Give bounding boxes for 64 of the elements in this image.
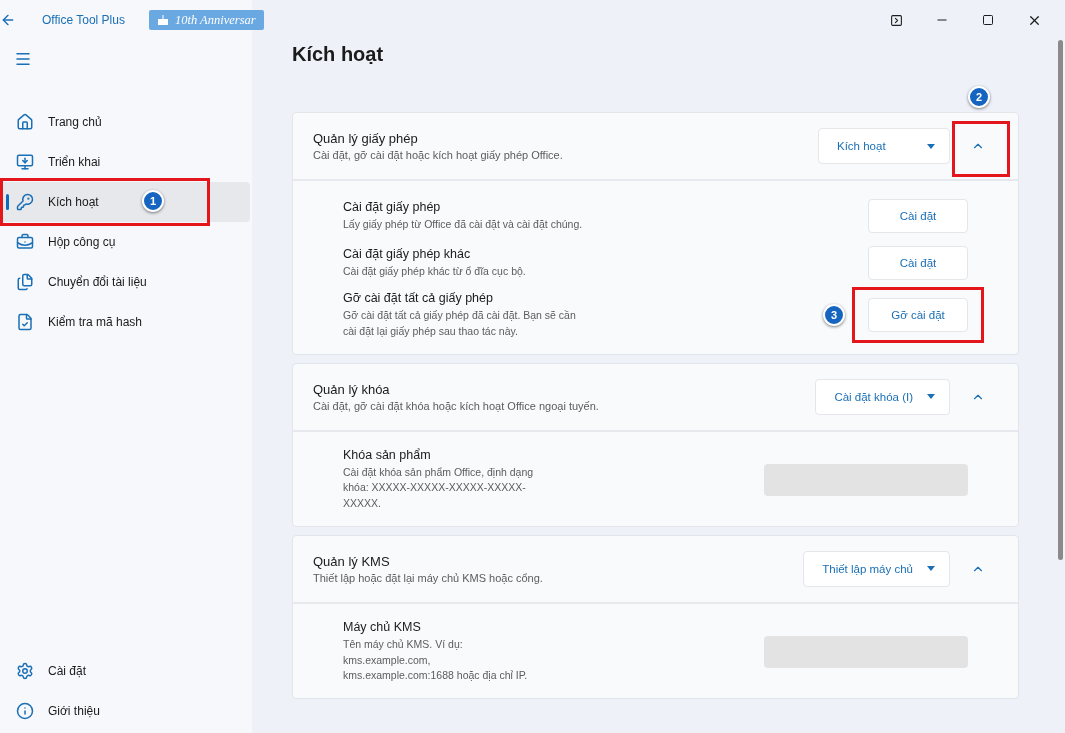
caret-icon	[927, 566, 935, 572]
section-title: Quản lý giấy phép	[313, 131, 419, 146]
section-title: Quản lý KMS	[313, 553, 391, 569]
nav-label: Cài đặt	[48, 664, 87, 678]
action-dropdown[interactable]: Cài đặt khóa (I)	[815, 378, 950, 415]
nav-item[interactable]: Giới thiệu	[0, 691, 250, 731]
terminal-icon	[889, 13, 903, 27]
step-badge: 3	[823, 304, 845, 327]
nav-icon	[16, 153, 34, 171]
nav-item[interactable]: Cài đặt	[0, 651, 250, 691]
setting-description: Tên máy chủ KMS. Ví dụ: kms.example.com, kms.example.com:1688 hoặc địa chỉ IP.	[343, 636, 529, 684]
section-description: Cài đặt, gỡ cài đặt khóa hoặc kích hoạt Office ngoại tuyến.	[313, 399, 600, 412]
app-title: Office Tool Plus	[42, 13, 125, 27]
cake-icon	[156, 15, 169, 25]
scrollbar[interactable]	[1058, 40, 1063, 560]
nav-label: Kiểm tra mã hash	[48, 315, 143, 329]
step-badge: 1	[142, 190, 164, 212]
maximize-icon	[982, 14, 994, 26]
setting-description: Lấy giấy phép từ Office đã cài đặt và cài đặt chúng.	[343, 216, 584, 232]
nav-label: Hộp công cụ	[48, 235, 116, 249]
setting-description: Gỡ cài đặt tất cả giấy phép đã cài đặt. Bạn sẽ cần cài đặt lại giấy phép sau thao tác này.	[343, 308, 577, 339]
nav-icon	[16, 662, 34, 680]
nav-icon	[16, 313, 34, 331]
nav-icon	[16, 113, 34, 131]
nav-icon	[16, 193, 34, 211]
caret-icon	[927, 143, 935, 149]
action-dropdown[interactable]: Thiết lập máy chủ	[803, 550, 950, 587]
nav-icon	[16, 273, 34, 291]
menu-icon	[14, 50, 32, 68]
setting-description: Cài đặt khóa sản phẩm Office, định dạng khóa: XXXXX-XXXXX-XXXXX-XXXXX-XXXXX.	[343, 464, 535, 511]
setting-title: Cài đặt giấy phép	[343, 199, 442, 214]
nav-item[interactable]: Triển khai	[0, 142, 250, 182]
action-button[interactable]: Cài đặt	[868, 246, 968, 280]
selection-indicator	[6, 194, 9, 210]
section-description: Thiết lập hoặc đặt lại máy chủ KMS hoặc cổng.	[313, 571, 544, 584]
input-field[interactable]	[764, 463, 968, 496]
nav-label: Chuyển đổi tài liệu	[48, 275, 147, 289]
nav-label: Triển khai	[48, 155, 101, 169]
setting-description: Cài đặt giấy phép khác từ ổ đĩa cục bộ.	[343, 263, 527, 279]
action-dropdown[interactable]: Kích hoạt	[818, 128, 950, 164]
highlight-frame	[952, 121, 1010, 177]
setting-title: Cài đặt giấy phép khác	[343, 246, 472, 261]
nav-label: Trang chủ	[48, 115, 102, 129]
nav-item[interactable]: Trang chủ	[0, 102, 250, 142]
nav-icon	[16, 233, 34, 251]
action-button[interactable]: Gỡ cài đặt	[868, 298, 968, 333]
setting-title: Máy chủ KMS	[343, 619, 422, 634]
input-field[interactable]	[764, 635, 968, 668]
section-title: Quản lý khóa	[313, 381, 391, 397]
nav-item[interactable]: Hộp công cụ	[0, 222, 250, 262]
nav-label: Giới thiệu	[48, 704, 100, 718]
setting-title: Gỡ cài đặt tất cả giấy phép	[343, 291, 494, 305]
nav-icon	[16, 702, 34, 720]
page-title: Kích hoạt	[292, 42, 384, 66]
nav-item[interactable]: Chuyển đổi tài liệu	[0, 262, 250, 302]
action-button[interactable]: Cài đặt	[868, 199, 968, 233]
step-badge: 2	[968, 86, 990, 108]
anniversary-badge: 10th Anniversar	[148, 10, 264, 30]
nav-label: Kích hoạt	[48, 195, 99, 209]
caret-icon	[927, 394, 935, 399]
section-description: Cài đặt, gỡ cài đặt hoặc kích hoạt giấy phép Office.	[313, 149, 564, 161]
setting-title: Khóa sản phẩm	[343, 447, 432, 462]
nav-item[interactable]: Kiểm tra mã hash	[0, 302, 250, 342]
back-icon	[0, 12, 16, 28]
